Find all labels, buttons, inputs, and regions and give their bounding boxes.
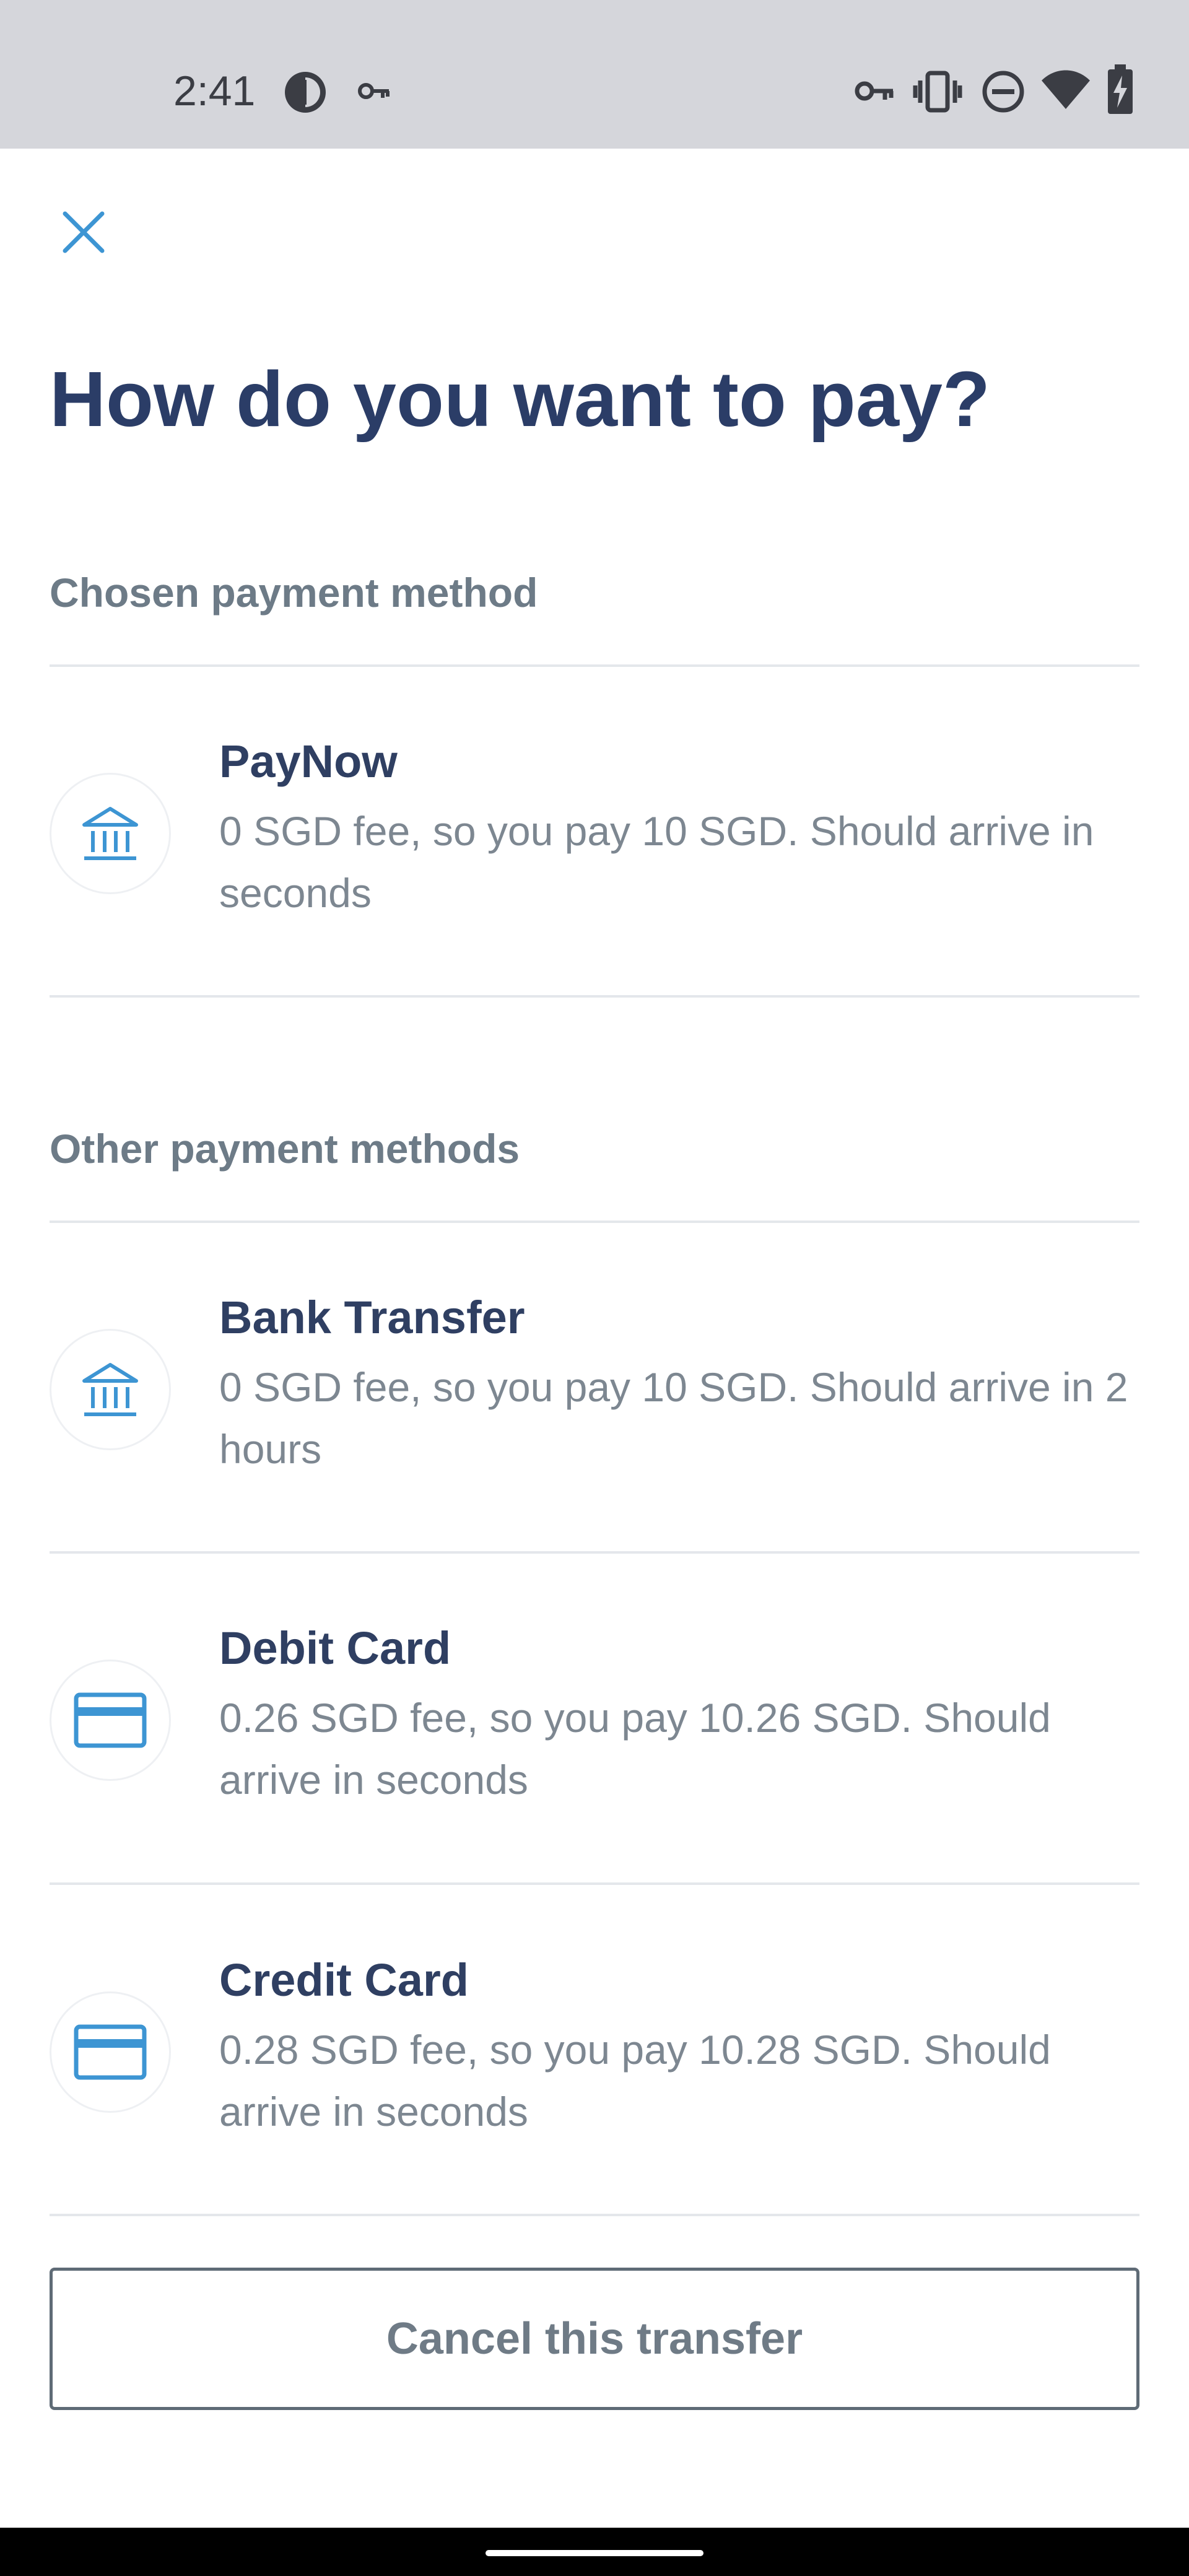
close-icon — [63, 211, 105, 253]
divider — [50, 1221, 1139, 1223]
method-title: Bank Transfer — [219, 1292, 525, 1343]
app-notification-icon — [285, 72, 326, 113]
vpn-key-icon — [358, 83, 390, 99]
method-icon-container — [50, 1660, 171, 1781]
do-not-disturb-icon — [982, 71, 1024, 113]
bank-icon — [82, 807, 138, 860]
payment-method-paynow[interactable]: PayNow 0 SGD fee, so you pay 10 SGD. Sho… — [50, 731, 1139, 941]
other-methods-label: Other payment methods — [50, 1126, 520, 1172]
payment-method-screen: 2:41 How do you want to pay? Chosen paym… — [0, 0, 1189, 2576]
method-title: PayNow — [219, 736, 398, 787]
method-description: 0.28 SGD fee, so you pay 10.28 SGD. Shou… — [219, 2027, 1051, 2134]
divider — [50, 664, 1139, 667]
method-description: 0 SGD fee, so you pay 10 SGD. Should arr… — [219, 808, 1094, 916]
page-title: How do you want to pay? — [50, 355, 990, 443]
divider — [50, 2214, 1139, 2216]
vibrate-icon — [913, 71, 962, 113]
divider — [50, 995, 1139, 998]
home-indicator[interactable] — [486, 2550, 703, 2556]
method-icon-container — [50, 773, 171, 894]
wifi-icon — [1042, 70, 1090, 109]
status-bar: 2:41 — [0, 0, 1189, 149]
method-title: Debit Card — [219, 1622, 451, 1674]
navigation-bar — [0, 2528, 1189, 2576]
method-icon-container — [50, 1329, 171, 1450]
battery-charging-icon — [1108, 64, 1133, 114]
divider — [50, 1882, 1139, 1885]
divider — [50, 1551, 1139, 1554]
method-description: 0.26 SGD fee, so you pay 10.26 SGD. Shou… — [219, 1695, 1051, 1803]
payment-method-credit-card[interactable]: Credit Card 0.28 SGD fee, so you pay 10.… — [50, 1949, 1139, 2160]
vpn-key-icon — [855, 81, 894, 101]
status-time: 2:41 — [173, 67, 256, 115]
card-icon — [74, 2024, 147, 2080]
method-title: Credit Card — [219, 1954, 469, 2006]
payment-method-debit-card[interactable]: Debit Card 0.26 SGD fee, so you pay 10.2… — [50, 1617, 1139, 1828]
chosen-method-label: Chosen payment method — [50, 570, 538, 616]
bank-icon — [82, 1363, 138, 1416]
close-button[interactable] — [50, 198, 118, 266]
payment-method-bank-transfer[interactable]: Bank Transfer 0 SGD fee, so you pay 10 S… — [50, 1287, 1139, 1497]
method-icon-container — [50, 1991, 171, 2113]
card-icon — [74, 1692, 147, 1748]
cancel-transfer-button[interactable]: Cancel this transfer — [50, 2268, 1139, 2410]
method-description: 0 SGD fee, so you pay 10 SGD. Should arr… — [219, 1364, 1128, 1472]
